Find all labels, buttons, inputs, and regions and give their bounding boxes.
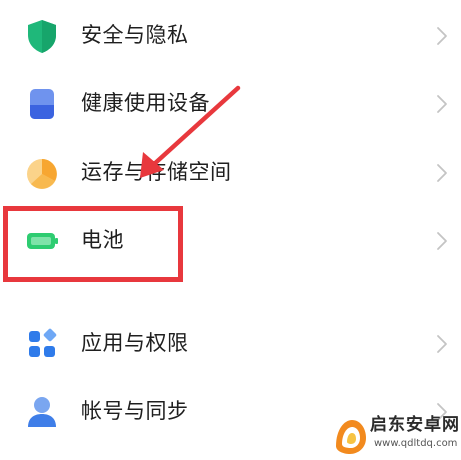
settings-list: 安全与隐私 健康使用设备 运存与存储空间 电池 应用与权限 帐号与同步 xyxy=(0,0,461,456)
watermark-url: www.qdltdq.com xyxy=(374,438,458,449)
settings-item-label: 安全与隐私 xyxy=(81,23,189,47)
chevron-right-icon xyxy=(436,334,448,354)
health-device-icon xyxy=(22,84,62,124)
chevron-right-icon xyxy=(436,163,448,183)
settings-item-label: 运存与存储空间 xyxy=(81,160,232,184)
account-person-icon xyxy=(22,392,62,432)
settings-item-label: 电池 xyxy=(81,228,124,252)
chevron-right-icon xyxy=(436,94,448,114)
settings-item-memory-storage[interactable]: 运存与存储空间 xyxy=(0,139,461,207)
chevron-right-icon xyxy=(436,26,448,46)
shield-icon xyxy=(22,16,62,56)
watermark-logo-icon xyxy=(330,416,370,456)
battery-icon xyxy=(22,221,62,261)
settings-item-label: 应用与权限 xyxy=(81,331,189,355)
storage-pie-icon xyxy=(22,153,62,193)
settings-item-apps-permissions[interactable]: 应用与权限 xyxy=(0,310,461,378)
settings-item-label: 帐号与同步 xyxy=(81,399,189,423)
watermark: 启东安卓网 www.qdltdq.com xyxy=(330,412,461,456)
apps-grid-icon xyxy=(22,324,62,364)
chevron-right-icon xyxy=(436,231,448,251)
settings-item-battery[interactable]: 电池 xyxy=(0,207,461,275)
watermark-brand: 启东安卓网 xyxy=(370,415,460,435)
section-divider xyxy=(0,286,461,304)
settings-item-health-device[interactable]: 健康使用设备 xyxy=(0,70,461,138)
settings-item-label: 健康使用设备 xyxy=(81,91,210,115)
settings-item-security-privacy[interactable]: 安全与隐私 xyxy=(0,2,461,70)
